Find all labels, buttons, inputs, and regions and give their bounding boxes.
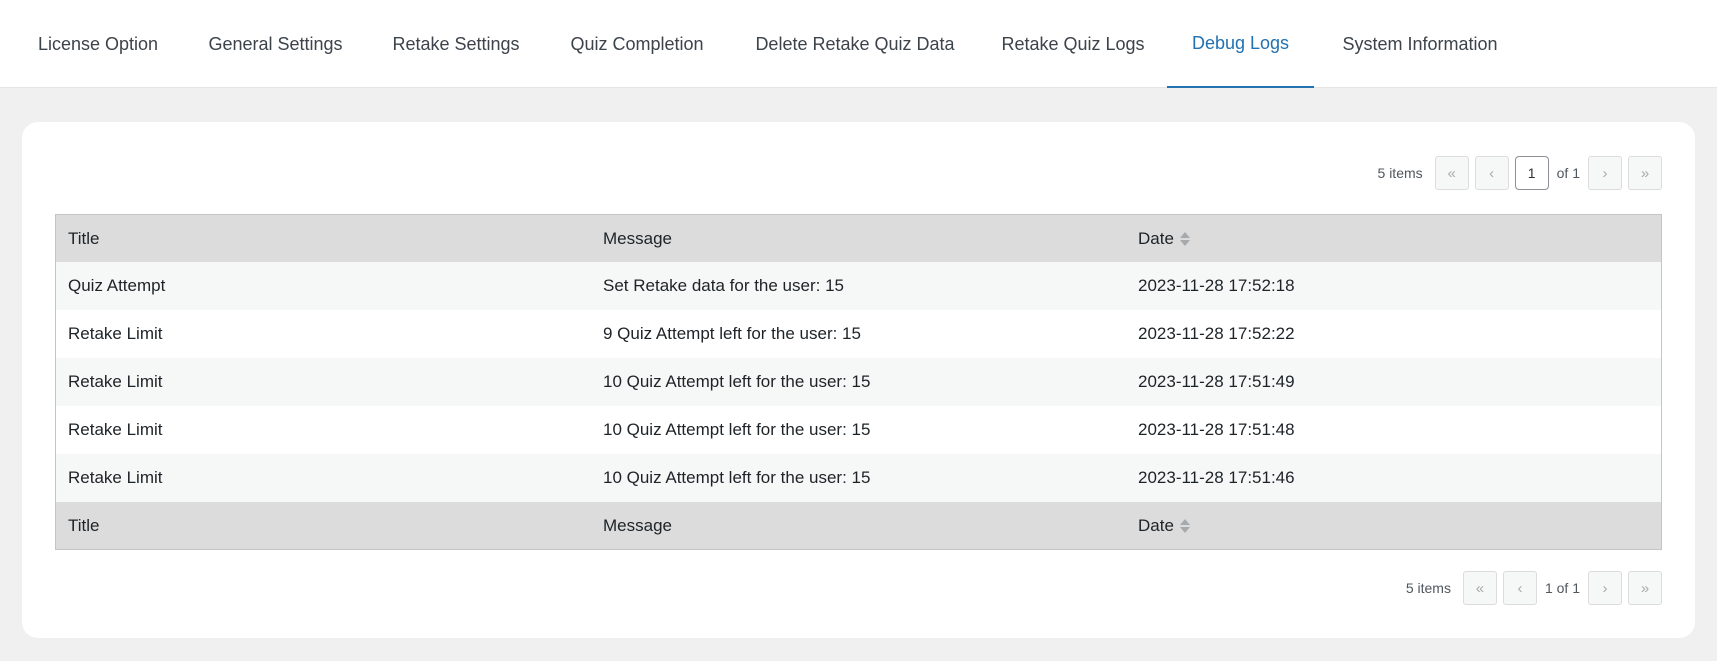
page-indicator: 1 of 1 [1544,580,1580,596]
row-date: 2023-11-28 17:51:48 [1138,420,1295,439]
pagination-bottom: 5 items « ‹ 1 of 1 › » [1406,571,1662,605]
table-row: Retake Limit 10 Quiz Attempt left for th… [56,454,1661,502]
row-date: 2023-11-28 17:52:18 [1138,276,1295,295]
column-message: Message [603,228,672,248]
debug-logs-table: Title Message Date Quiz Attempt Set Reta… [55,214,1662,550]
row-message: 10 Quiz Attempt left for the user: 15 [603,420,871,439]
sort-icon [1179,518,1190,533]
table-header: Title Message Date [56,215,1661,262]
column-date-label: Date [1138,515,1174,535]
column-date[interactable]: Date [1126,516,1661,536]
tab-quiz-completion[interactable]: Quiz Completion [543,0,731,88]
items-count: 5 items [1377,165,1423,181]
column-message: Message [603,515,672,535]
next-page-button[interactable]: › [1588,571,1622,605]
row-title: Retake Limit [68,420,163,439]
tab-bar: License Option General Settings Retake S… [0,0,1717,88]
tab-system-information[interactable]: System Information [1314,0,1526,88]
table-row: Retake Limit 10 Quiz Attempt left for th… [56,358,1661,406]
tab-general-settings[interactable]: General Settings [182,0,369,88]
total-pages: of 1 [1556,165,1580,181]
table-row: Retake Limit 10 Quiz Attempt left for th… [56,406,1661,454]
prev-page-button[interactable]: ‹ [1474,156,1509,190]
row-title: Retake Limit [68,324,163,343]
last-page-button[interactable]: » [1628,156,1662,190]
tab-delete-retake-quiz-data[interactable]: Delete Retake Quiz Data [731,0,979,88]
tab-license-option[interactable]: License Option [14,0,182,88]
column-title: Title [68,228,100,248]
column-date-label: Date [1138,228,1174,248]
row-message: 9 Quiz Attempt left for the user: 15 [603,324,861,343]
tab-debug-logs[interactable]: Debug Logs [1167,0,1314,88]
last-page-button[interactable]: » [1628,571,1662,605]
table-footer: Title Message Date [56,502,1661,549]
tab-retake-settings[interactable]: Retake Settings [369,0,543,88]
items-count: 5 items [1405,580,1451,596]
first-page-button[interactable]: « [1462,571,1497,605]
row-message: Set Retake data for the user: 15 [603,276,844,295]
pagination-top: 5 items « ‹ 1 of 1 › » [1378,156,1662,190]
table-row: Retake Limit 9 Quiz Attempt left for the… [56,310,1661,358]
row-title: Quiz Attempt [68,276,166,295]
current-page-input[interactable]: 1 [1514,156,1549,190]
sort-icon [1179,231,1190,246]
row-date: 2023-11-28 17:52:22 [1138,324,1295,343]
first-page-button[interactable]: « [1434,156,1469,190]
table-row: Quiz Attempt Set Retake data for the use… [56,262,1661,310]
row-message: 10 Quiz Attempt left for the user: 15 [603,468,871,487]
row-title: Retake Limit [68,372,163,391]
row-date: 2023-11-28 17:51:49 [1138,372,1295,391]
next-page-button[interactable]: › [1588,156,1622,190]
column-date[interactable]: Date [1126,229,1661,249]
row-title: Retake Limit [68,468,163,487]
prev-page-button[interactable]: ‹ [1502,571,1537,605]
column-title: Title [68,515,100,535]
tab-retake-quiz-logs[interactable]: Retake Quiz Logs [979,0,1167,88]
row-date: 2023-11-28 17:51:46 [1138,468,1295,487]
row-message: 10 Quiz Attempt left for the user: 15 [603,372,871,391]
